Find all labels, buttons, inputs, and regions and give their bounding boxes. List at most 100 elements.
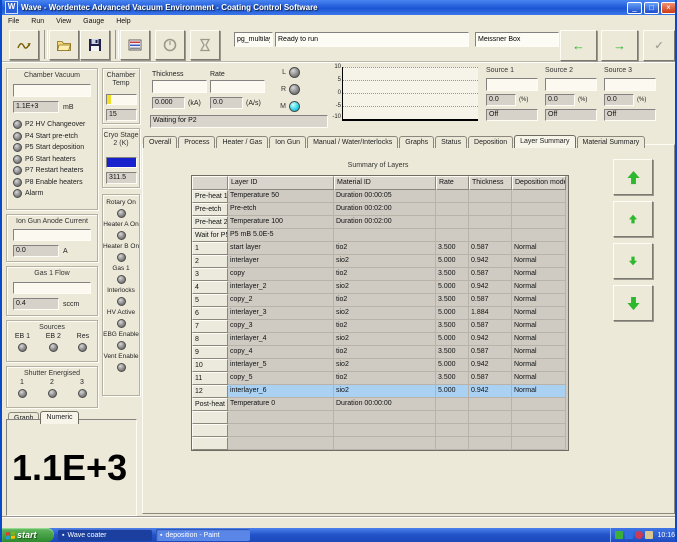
layer-table[interactable]: Layer ID Material ID Rate Thickness Depo… xyxy=(191,175,569,451)
table-row[interactable] xyxy=(192,411,568,424)
table-row[interactable]: 10 interlayer_5 sio2 5.000 0.942 Normal xyxy=(192,359,568,372)
title-bar[interactable]: W Wave - Wordentec Advanced Vacuum Envir… xyxy=(2,0,677,15)
toolbar-separator xyxy=(44,30,48,59)
tray-icon[interactable] xyxy=(625,531,633,539)
table-row[interactable]: 3 copy tio2 3.500 0.587 Normal xyxy=(192,268,568,281)
table-row[interactable]: Post-heat Temperature 0 Duration 00:00:0… xyxy=(192,398,568,411)
menu-item[interactable]: Gauge xyxy=(77,18,110,25)
status-led-icon xyxy=(13,155,22,164)
graph-plot-area xyxy=(342,67,478,121)
table-row[interactable]: 5 copy_2 tio2 3.500 0.587 Normal xyxy=(192,294,568,307)
move-down-button[interactable] xyxy=(613,243,653,279)
source-power-unit: (%) xyxy=(519,96,528,104)
view-tab[interactable]: Numeric xyxy=(40,411,78,424)
small-down-arrow-icon xyxy=(628,256,638,266)
abort-process-button[interactable] xyxy=(190,30,220,60)
source-column: Source 3 0.0 (%) Off xyxy=(604,66,656,121)
gas1-flow-value: 0.4 xyxy=(13,298,59,310)
move-up-button[interactable] xyxy=(613,201,653,237)
move-bottom-button[interactable] xyxy=(613,285,653,321)
tray-icon[interactable] xyxy=(645,531,653,539)
table-row[interactable]: 4 interlayer_2 sio2 5.000 0.942 Normal xyxy=(192,281,568,294)
table-row[interactable]: Pre-heat 1 Temperature 50 Duration 00:00… xyxy=(192,190,568,203)
material-id-cell: Duration 00:02:00 xyxy=(334,216,436,229)
taskbar-task[interactable]: ▪ deposition - Paint xyxy=(156,529,250,541)
main-tab[interactable]: Process xyxy=(178,136,215,148)
main-tab[interactable]: Deposition xyxy=(468,136,513,148)
table-row[interactable]: 9 copy_4 tio2 3.500 0.587 Normal xyxy=(192,346,568,359)
main-tab[interactable]: Ion Gun xyxy=(269,136,306,148)
system-led-label: Gas 1 xyxy=(112,265,129,273)
accept-button[interactable]: ✓ xyxy=(643,30,675,61)
status-led-label: P5 Start deposition xyxy=(25,143,84,152)
material-id-cell xyxy=(334,229,436,242)
table-header-row: Layer ID Material ID Rate Thickness Depo… xyxy=(192,176,568,190)
xtal-led-item: L xyxy=(278,67,300,78)
table-row[interactable] xyxy=(192,424,568,437)
maximize-button[interactable]: □ xyxy=(644,2,659,14)
table-row[interactable]: Wait for P5 P5 mB 5.0E-5 xyxy=(192,229,568,242)
tray-icon[interactable] xyxy=(615,531,623,539)
rate-graph: 10 5 0 -5 -10 xyxy=(328,64,482,126)
recipe-name-field[interactable] xyxy=(234,32,273,47)
table-row[interactable]: 11 copy_5 tio2 3.500 0.587 Normal xyxy=(192,372,568,385)
table-row[interactable]: 1 start layer tio2 3.500 0.587 Normal xyxy=(192,242,568,255)
menu-item[interactable]: Run xyxy=(25,18,50,25)
start-button[interactable]: start xyxy=(2,528,54,542)
run-process-button[interactable] xyxy=(155,30,185,60)
main-tab[interactable]: Status xyxy=(435,136,467,148)
source-label: Source 2 xyxy=(545,66,597,75)
taskbar-task[interactable]: ▪ Wave coater xyxy=(58,529,152,541)
thickness-cell: 0.587 xyxy=(469,242,512,255)
gridline xyxy=(343,67,478,68)
meissner-trap-field[interactable] xyxy=(475,32,559,47)
menu-item[interactable]: Help xyxy=(110,18,136,25)
connect-button[interactable] xyxy=(9,30,39,60)
table-body: Pre-heat 1 Temperature 50 Duration 00:00… xyxy=(192,190,568,450)
previous-step-button[interactable]: ← xyxy=(560,30,597,61)
open-recipe-button[interactable] xyxy=(49,30,79,60)
mode-cell xyxy=(512,216,566,229)
table-row[interactable]: Pre-heat 2 Temperature 100 Duration 00:0… xyxy=(192,216,568,229)
main-tab[interactable]: Overall xyxy=(143,136,177,148)
thickness-cell: 0.942 xyxy=(469,359,512,372)
menu-item[interactable]: View xyxy=(50,18,77,25)
run-status-field[interactable] xyxy=(275,32,469,47)
next-step-button[interactable]: → xyxy=(601,30,638,61)
minimize-button[interactable]: _ xyxy=(627,2,642,14)
table-row[interactable]: 2 interlayer sio2 5.000 0.942 Normal xyxy=(192,255,568,268)
edit-layers-button[interactable] xyxy=(120,30,150,60)
main-tab[interactable]: Graphs xyxy=(399,136,434,148)
table-row[interactable]: Pre-etch Pre-etch Duration 00:02:00 xyxy=(192,203,568,216)
app-icon: W xyxy=(5,1,18,14)
source-column: Source 2 0.0 (%) Off xyxy=(545,66,597,121)
main-tab[interactable]: Material Summary xyxy=(577,136,646,148)
system-led-label: Rotary On xyxy=(106,199,136,207)
material-id-cell: sio2 xyxy=(334,359,436,372)
save-button[interactable] xyxy=(80,30,110,60)
table-row[interactable] xyxy=(192,437,568,450)
table-row[interactable]: 7 copy_3 tio2 3.500 0.587 Normal xyxy=(192,320,568,333)
gas1-flow-title: Gas 1 Flow xyxy=(7,267,97,277)
status-led-icon xyxy=(13,132,22,141)
layer-id-cell: interlayer xyxy=(228,255,334,268)
source-power-bar xyxy=(545,78,597,91)
circle-icon xyxy=(162,37,178,53)
mode-cell: Normal xyxy=(512,242,566,255)
big-down-arrow-icon xyxy=(626,296,641,311)
layer-id-cell: interlayer_6 xyxy=(228,385,334,398)
main-tab[interactable]: Manual / Water/Interlocks xyxy=(307,136,398,148)
xtal-led-icon xyxy=(289,67,300,78)
menu-bar: FileRunViewGaugeHelp xyxy=(2,15,677,28)
close-button[interactable]: × xyxy=(661,2,676,14)
system-led-label: Heater A On xyxy=(103,221,138,229)
table-row[interactable]: 8 interlayer_4 sio2 5.000 0.942 Normal xyxy=(192,333,568,346)
table-row[interactable]: 6 interlayer_3 sio2 5.000 1.884 Normal xyxy=(192,307,568,320)
table-row[interactable]: 12 interlayer_6 sio2 5.000 0.942 Normal xyxy=(192,385,568,398)
tray-icon[interactable] xyxy=(635,531,643,539)
system-led-icon xyxy=(117,297,126,306)
main-tab[interactable]: Heater / Gas xyxy=(216,136,268,148)
menu-item[interactable]: File xyxy=(2,18,25,25)
move-top-button[interactable] xyxy=(613,159,653,195)
main-tab[interactable]: Layer Summary xyxy=(514,135,575,148)
